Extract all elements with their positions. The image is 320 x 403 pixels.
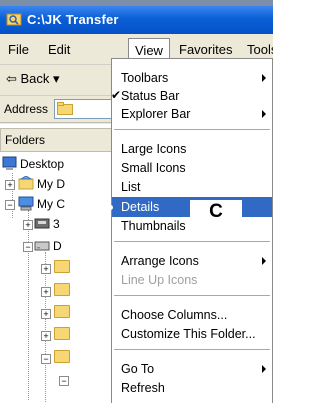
menu-item-label: Toolbars	[121, 71, 169, 85]
collapse-icon[interactable]: −	[41, 354, 51, 364]
menu-item-label: Choose Columns...	[121, 308, 228, 322]
folders-header-label: Folders	[5, 133, 46, 147]
menu-item-choose-columns[interactable]: Choose Columns...	[112, 305, 272, 325]
folder-icon[interactable]	[54, 350, 70, 363]
submenu-arrow-icon	[262, 74, 266, 82]
menu-tools[interactable]: Tools	[241, 40, 273, 59]
collapse-icon[interactable]: −	[5, 200, 15, 210]
submenu-arrow-icon	[262, 365, 266, 373]
folder-icon[interactable]	[54, 283, 70, 296]
folder-icon[interactable]	[54, 305, 70, 318]
menu-item-status-bar[interactable]: ✔ Status Bar	[111, 86, 272, 106]
menu-item-label: Large Icons	[121, 142, 187, 156]
window-title: C:\JK Transfer	[27, 12, 119, 27]
menu-favorites[interactable]: Favorites	[173, 40, 238, 59]
menu-item-label: Thumbnails	[121, 219, 186, 233]
folder-icon	[57, 102, 73, 115]
menu-item-label: Line Up Icons	[121, 273, 198, 287]
menu-item-small-icons[interactable]: Small Icons	[112, 158, 272, 178]
menu-item-arrange-icons[interactable]: Arrange Icons	[112, 251, 272, 271]
menu-item-explorer-bar[interactable]: Explorer Bar	[112, 104, 272, 124]
folder-icon[interactable]	[54, 260, 70, 273]
floppy-drive-icon	[34, 218, 50, 229]
menu-file[interactable]: File	[2, 40, 35, 59]
tree-label-my-computer: My C	[37, 197, 65, 211]
menu-item-label: Refresh	[121, 381, 165, 395]
menu-separator	[114, 295, 270, 296]
menu-edit[interactable]: Edit	[42, 40, 76, 59]
tree-label-my-documents: My D	[37, 177, 65, 191]
collapse-icon[interactable]: −	[23, 242, 33, 252]
folder-icon	[6, 13, 22, 26]
menu-item-list[interactable]: List	[112, 177, 272, 197]
hard-drive-icon	[34, 241, 50, 251]
checkmark-icon: ✔	[111, 88, 122, 102]
tree-line	[28, 210, 29, 400]
my-computer-icon	[18, 196, 34, 211]
menu-item-go-to[interactable]: Go To	[112, 359, 272, 379]
menu-item-large-icons[interactable]: Large Icons	[112, 139, 272, 159]
desktop-icon	[2, 156, 17, 170]
my-documents-icon	[18, 176, 34, 190]
menu-item-line-up-icons: Line Up Icons	[112, 270, 272, 290]
menu-separator	[114, 241, 270, 242]
explorer-window: C:\JK Transfer File Edit View Favorites …	[0, 0, 273, 403]
submenu-arrow-icon	[262, 257, 266, 265]
menu-item-label: Customize This Folder...	[121, 327, 256, 341]
expand-icon[interactable]: +	[41, 309, 51, 319]
menu-item-toolbars[interactable]: Toolbars	[112, 68, 272, 88]
expand-icon[interactable]: +	[41, 287, 51, 297]
tree-line	[45, 252, 46, 402]
menu-item-label: List	[121, 180, 141, 194]
expand-icon[interactable]: +	[41, 331, 51, 341]
expand-icon[interactable]: +	[5, 180, 15, 190]
menu-item-customize-folder[interactable]: Customize This Folder...	[112, 324, 272, 344]
menu-item-label: Small Icons	[121, 161, 186, 175]
view-menu: Toolbars ✔ Status Bar Explorer Bar Large…	[108, 58, 273, 403]
address-label: Address	[4, 102, 49, 116]
annotation-label: C	[190, 200, 242, 224]
menu-separator	[114, 129, 270, 130]
tree-label-desktop: Desktop	[20, 157, 65, 171]
collapse-icon[interactable]: −	[59, 376, 69, 386]
menu-item-label: Status Bar	[121, 89, 180, 103]
menu-item-label: Details	[121, 200, 160, 214]
expand-icon[interactable]: +	[23, 220, 33, 230]
menu-item-refresh[interactable]: Refresh	[112, 378, 272, 398]
expand-icon[interactable]: +	[41, 264, 51, 274]
tree-label-drive-d: D	[53, 239, 62, 253]
radio-bullet-icon	[108, 205, 113, 210]
folders-header: Folders	[0, 128, 127, 152]
title-bar[interactable]: C:\JK Transfer	[0, 6, 273, 34]
tree-label-floppy: 3	[53, 217, 60, 231]
submenu-arrow-icon	[262, 110, 266, 118]
back-button[interactable]: ⇦ Back ▾	[6, 71, 60, 87]
menu-item-label: Go To	[121, 362, 155, 376]
folder-icon[interactable]	[54, 327, 70, 340]
menu-item-label: Explorer Bar	[121, 107, 191, 121]
menu-item-label: Arrange Icons	[121, 254, 199, 268]
menu-separator	[114, 349, 270, 350]
